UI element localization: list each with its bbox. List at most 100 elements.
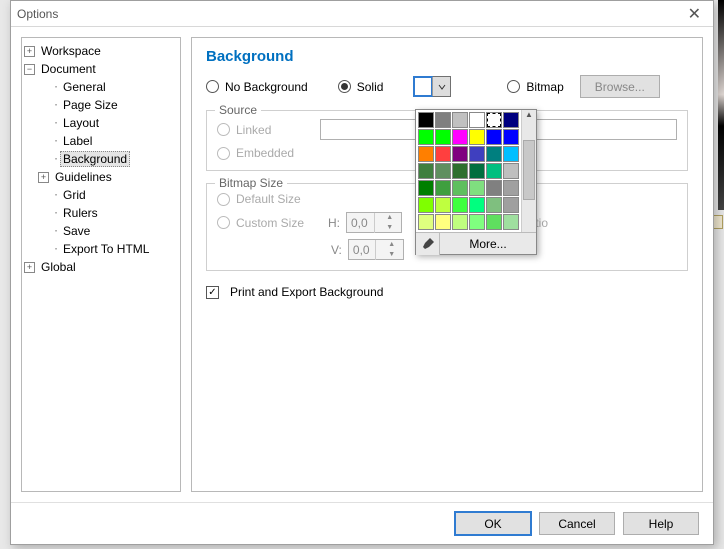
tree-grid[interactable]: Grid xyxy=(60,188,89,202)
color-picker-popup[interactable]: ▲ More... xyxy=(415,109,537,255)
chevron-up-icon: ▲ xyxy=(379,213,402,223)
color-swatch[interactable] xyxy=(503,180,519,196)
color-swatch[interactable] xyxy=(469,180,485,196)
color-swatch[interactable] xyxy=(469,112,485,128)
cancel-button[interactable]: Cancel xyxy=(539,512,615,535)
scrollbar-thumb[interactable] xyxy=(523,140,535,200)
tree-rulers[interactable]: Rulers xyxy=(60,206,101,220)
color-swatch[interactable] xyxy=(435,197,451,213)
radio-embedded xyxy=(217,147,230,160)
chevron-down-icon: ▼ xyxy=(380,250,403,260)
radio-linked-label: Linked xyxy=(236,123,306,137)
color-swatch[interactable] xyxy=(503,112,519,128)
radio-custom-size-label: Custom Size xyxy=(236,216,318,230)
chevron-down-icon xyxy=(432,77,450,96)
radio-no-background-label[interactable]: No Background xyxy=(225,80,308,94)
color-swatch-dropdown[interactable] xyxy=(413,76,451,97)
browse-button[interactable]: Browse... xyxy=(580,75,660,98)
color-swatch[interactable] xyxy=(435,129,451,145)
tree-pagesize[interactable]: Page Size xyxy=(60,98,121,112)
color-swatch[interactable] xyxy=(452,146,468,162)
tree-save[interactable]: Save xyxy=(60,224,93,238)
tree-general[interactable]: General xyxy=(60,80,109,94)
scroll-up-icon[interactable]: ▲ xyxy=(522,110,536,125)
radio-bitmap[interactable] xyxy=(507,80,520,93)
tree-label[interactable]: Label xyxy=(60,134,95,148)
radio-custom-size xyxy=(217,216,230,229)
color-swatch[interactable] xyxy=(435,163,451,179)
background-pane: Background No Background Solid Bitmap Br… xyxy=(191,37,703,492)
bitmap-legend: Bitmap Size xyxy=(215,176,287,190)
color-swatch[interactable] xyxy=(503,129,519,145)
print-export-label[interactable]: Print and Export Background xyxy=(230,285,383,299)
tree-layout[interactable]: Layout xyxy=(60,116,102,130)
color-swatch[interactable] xyxy=(418,214,434,230)
radio-solid[interactable] xyxy=(338,80,351,93)
tree-global[interactable]: Global xyxy=(38,260,79,274)
color-swatch[interactable] xyxy=(418,146,434,162)
height-stepper: 0,0▲▼ xyxy=(348,239,404,260)
color-scrollbar[interactable]: ▲ xyxy=(521,110,536,232)
color-swatch[interactable] xyxy=(486,180,502,196)
radio-embedded-label: Embedded xyxy=(236,146,294,160)
color-swatch[interactable] xyxy=(503,163,519,179)
color-swatch[interactable] xyxy=(452,214,468,230)
expand-icon[interactable]: + xyxy=(24,46,35,57)
ok-button[interactable]: OK xyxy=(455,512,531,535)
color-swatch[interactable] xyxy=(486,163,502,179)
color-swatch[interactable] xyxy=(418,197,434,213)
radio-linked xyxy=(217,123,230,136)
color-swatch[interactable] xyxy=(418,163,434,179)
color-swatch[interactable] xyxy=(503,197,519,213)
color-swatch[interactable] xyxy=(486,214,502,230)
print-export-checkbox[interactable]: ✓ xyxy=(206,286,219,299)
page-title: Background xyxy=(206,48,688,65)
more-colors-button[interactable]: More... xyxy=(440,233,536,254)
color-swatch[interactable] xyxy=(452,129,468,145)
color-swatch[interactable] xyxy=(418,180,434,196)
tree-document[interactable]: Document xyxy=(38,62,99,76)
color-swatch[interactable] xyxy=(435,112,451,128)
dialog-content: +Workspace −Document ⋅General ⋅Page Size… xyxy=(11,27,713,502)
tree-export[interactable]: Export To HTML xyxy=(60,242,152,256)
color-swatch[interactable] xyxy=(469,197,485,213)
expand-icon[interactable]: + xyxy=(38,172,49,183)
color-swatch[interactable] xyxy=(469,129,485,145)
color-swatch[interactable] xyxy=(469,163,485,179)
color-swatch[interactable] xyxy=(486,146,502,162)
color-grid[interactable] xyxy=(416,110,521,232)
color-swatch[interactable] xyxy=(435,146,451,162)
color-swatch[interactable] xyxy=(486,197,502,213)
color-swatch[interactable] xyxy=(435,214,451,230)
tree-workspace[interactable]: Workspace xyxy=(38,44,104,58)
color-swatch[interactable] xyxy=(418,129,434,145)
radio-default-size-label: Default Size xyxy=(236,192,301,206)
color-swatch[interactable] xyxy=(486,112,502,128)
color-swatch[interactable] xyxy=(418,112,434,128)
tree-guidelines[interactable]: Guidelines xyxy=(52,170,115,184)
radio-solid-label[interactable]: Solid xyxy=(357,80,384,94)
h-label: H: xyxy=(328,216,340,230)
color-swatch[interactable] xyxy=(469,146,485,162)
color-swatch[interactable] xyxy=(452,163,468,179)
width-stepper: 0,0▲▼ xyxy=(346,212,402,233)
expand-icon[interactable]: + xyxy=(24,262,35,273)
color-swatch[interactable] xyxy=(469,214,485,230)
color-swatch[interactable] xyxy=(452,112,468,128)
options-tree[interactable]: +Workspace −Document ⋅General ⋅Page Size… xyxy=(21,37,181,492)
radio-bitmap-label[interactable]: Bitmap xyxy=(526,80,563,94)
color-swatch[interactable] xyxy=(503,214,519,230)
color-swatch[interactable] xyxy=(435,180,451,196)
background-type-row: No Background Solid Bitmap Browse... xyxy=(206,75,688,98)
color-swatch[interactable] xyxy=(503,146,519,162)
desktop-background-strip xyxy=(718,0,724,210)
collapse-icon[interactable]: − xyxy=(24,64,35,75)
tree-background[interactable]: Background xyxy=(60,151,130,167)
eyedropper-icon[interactable] xyxy=(416,233,440,255)
color-swatch[interactable] xyxy=(452,197,468,213)
radio-no-background[interactable] xyxy=(206,80,219,93)
help-button[interactable]: Help xyxy=(623,512,699,535)
close-icon[interactable]: ✕ xyxy=(682,4,707,24)
color-swatch[interactable] xyxy=(452,180,468,196)
color-swatch[interactable] xyxy=(486,129,502,145)
